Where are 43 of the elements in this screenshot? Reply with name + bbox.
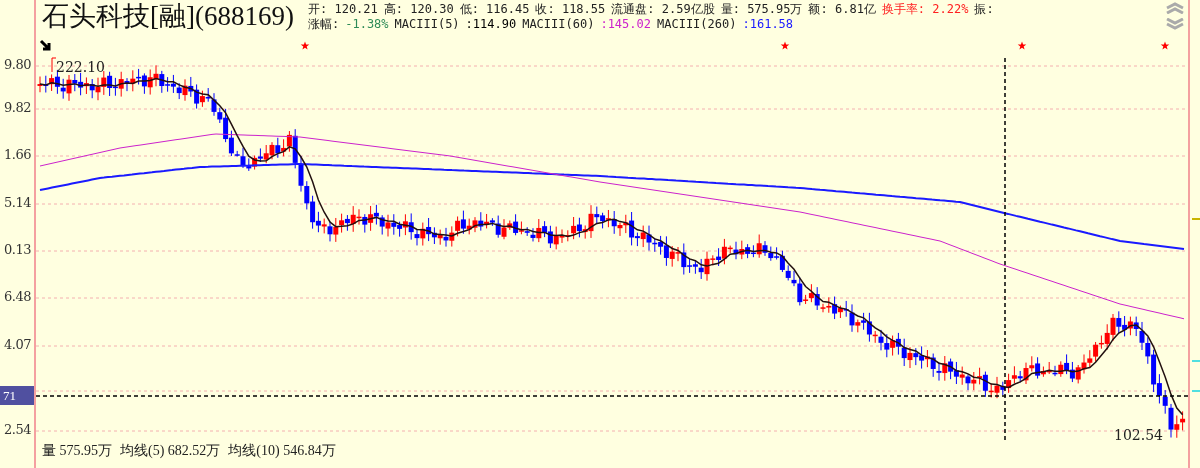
star-icon: [1160, 41, 1170, 50]
collapse-icon[interactable]: [1164, 2, 1186, 14]
stock-title: 石头科技[融](688169): [42, 0, 294, 32]
axis-label: 4.07: [4, 337, 31, 352]
quote-field: 高: 120.30: [383, 2, 454, 17]
quote-field: 流通盘: 2.59亿股: [611, 2, 715, 17]
crosshair-label: 71: [0, 386, 34, 405]
amplitude-label: 振:: [974, 2, 994, 17]
indicator-value: :161.58: [742, 17, 794, 32]
indicator-label: MACIII(5): [394, 17, 460, 32]
high-price-label: 222.10: [56, 59, 105, 75]
axis-label: 9.80: [4, 57, 31, 72]
indicator-value: :145.02: [600, 17, 651, 32]
axis-marker: [1192, 360, 1200, 362]
indicator-value: :114.90: [465, 17, 517, 32]
axis-marker: [1192, 390, 1200, 392]
quote-field: 低: 116.45: [459, 2, 530, 17]
change-value: -1.38%: [345, 17, 389, 32]
indicator-label: MACIII(60): [522, 17, 595, 32]
low-price-label: 102.54: [1114, 427, 1163, 442]
leader-line: [51, 57, 57, 73]
axis-label: 9.82: [4, 100, 31, 115]
volume-field: 量 575.95万: [42, 442, 112, 460]
quote-field: 收: 118.55: [535, 2, 606, 17]
indicator-label: MACIII(260): [657, 17, 737, 32]
star-icon: [1017, 41, 1027, 50]
axis-label: 1.66: [4, 147, 31, 162]
volume-field: 均线(5) 682.52万: [120, 442, 221, 460]
axis-marker: [1192, 218, 1200, 220]
star-icon: [780, 41, 790, 50]
turnover-field: 换手率: 2.22%: [881, 2, 969, 17]
quote-field: 量: 575.95万: [720, 2, 803, 17]
volume-field: 均线(10) 546.84万: [228, 442, 336, 460]
change-label: 涨幅:: [307, 17, 340, 32]
axis-label: 2.54: [4, 422, 31, 437]
arrow-icon: [39, 39, 51, 51]
quote-field: 额: 6.81亿: [808, 2, 876, 17]
axis-label: 6.48: [4, 289, 31, 304]
axis-label: 5.14: [4, 195, 31, 210]
expand-icon[interactable]: [1164, 18, 1186, 30]
axis-label: 0.13: [4, 242, 31, 257]
quote-field: 开: 120.21: [307, 2, 378, 17]
star-icon: [300, 41, 310, 50]
